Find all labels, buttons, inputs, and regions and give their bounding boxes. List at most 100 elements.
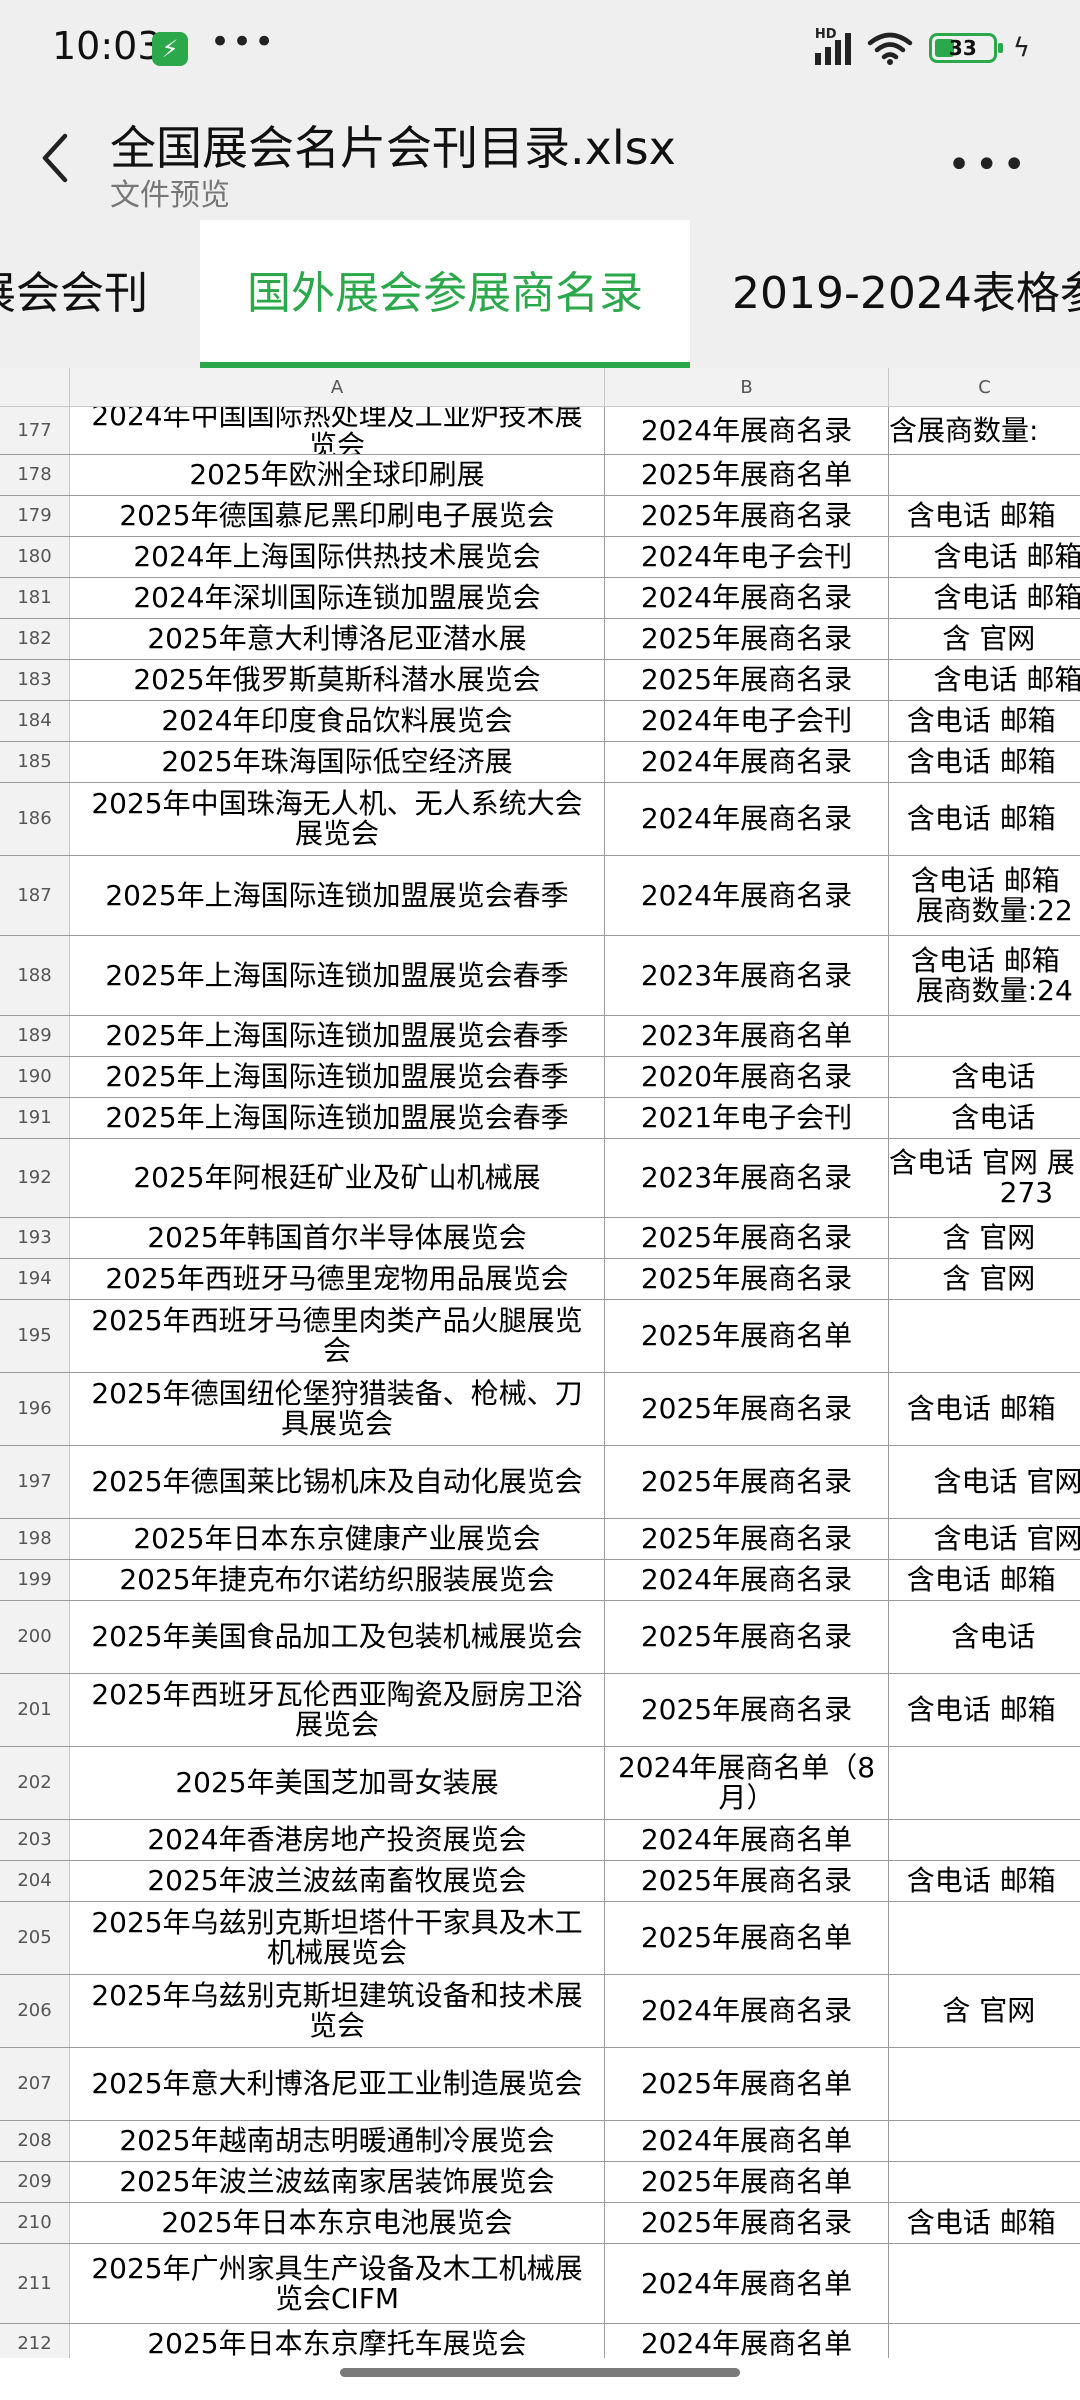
row-number[interactable]: 182: [0, 619, 70, 659]
row-number[interactable]: 183: [0, 660, 70, 700]
cell-contents[interactable]: 含 官网: [889, 619, 1080, 659]
cell-exhibition-name[interactable]: 2025年上海国际连锁加盟展览会春季: [70, 1098, 605, 1138]
cell-directory-type[interactable]: 2024年展商名单: [605, 2244, 889, 2323]
spreadsheet-grid[interactable]: A B C 177 2024年中国国际热处理及工业炉技术展览会 2024年展商名录含…: [0, 368, 1080, 2358]
tab-sheet-0[interactable]: 展会会刊: [0, 220, 148, 368]
corner-cell[interactable]: [0, 368, 70, 407]
row-number[interactable]: 180: [0, 537, 70, 577]
cell-contents[interactable]: [889, 2048, 1080, 2120]
cell-directory-type[interactable]: 2024年展商名录: [605, 856, 889, 935]
cell-directory-type[interactable]: 2024年展商名单: [605, 1820, 889, 1860]
cell-contents[interactable]: 含电话 官网 展 273: [889, 1139, 1080, 1217]
row-number[interactable]: 181: [0, 578, 70, 618]
row-number[interactable]: 204: [0, 1861, 70, 1901]
cell-contents[interactable]: 含电话 邮箱: [889, 742, 1080, 782]
cell-directory-type[interactable]: 2024年展商名录: [605, 742, 889, 782]
row-number[interactable]: 191: [0, 1098, 70, 1138]
row-number[interactable]: 186: [0, 783, 70, 855]
cell-contents[interactable]: 含 官网: [889, 1259, 1080, 1299]
column-header-c[interactable]: C: [889, 368, 1080, 407]
row-number[interactable]: 198: [0, 1519, 70, 1559]
cell-directory-type[interactable]: 2024年电子会刊: [605, 537, 889, 577]
cell-contents[interactable]: 含电话: [889, 1601, 1080, 1673]
back-button[interactable]: [30, 128, 80, 188]
cell-exhibition-name[interactable]: 2024年上海国际供热技术展览会: [70, 537, 605, 577]
row-number[interactable]: 206: [0, 1975, 70, 2047]
cell-exhibition-name[interactable]: 2024年香港房地产投资展览会: [70, 1820, 605, 1860]
cell-directory-type[interactable]: 2025年展商名单: [605, 2048, 889, 2120]
cell-directory-type[interactable]: 2024年展商名录: [605, 407, 889, 454]
cell-contents[interactable]: [889, 1820, 1080, 1860]
row-number[interactable]: 187: [0, 856, 70, 935]
cell-directory-type[interactable]: 2024年展商名录: [605, 1560, 889, 1600]
cell-contents[interactable]: 含 官网: [889, 1218, 1080, 1258]
cell-directory-type[interactable]: 2024年展商名单（8月）: [605, 1747, 889, 1819]
row-number[interactable]: 178: [0, 455, 70, 495]
column-header-a[interactable]: A: [70, 368, 605, 407]
cell-exhibition-name[interactable]: 2025年意大利博洛尼亚潜水展: [70, 619, 605, 659]
cell-contents[interactable]: 含电话 邮箱 展商数量:22: [889, 856, 1080, 935]
row-number[interactable]: 201: [0, 1674, 70, 1746]
cell-directory-type[interactable]: 2025年展商名录: [605, 619, 889, 659]
cell-contents[interactable]: [889, 2121, 1080, 2161]
row-number[interactable]: 194: [0, 1259, 70, 1299]
cell-exhibition-name[interactable]: 2025年西班牙马德里宠物用品展览会: [70, 1259, 605, 1299]
cell-directory-type[interactable]: 2024年展商名录: [605, 1975, 889, 2047]
row-number[interactable]: 207: [0, 2048, 70, 2120]
cell-exhibition-name[interactable]: 2025年乌兹别克斯坦建筑设备和技术展览会: [70, 1975, 605, 2047]
row-number[interactable]: 209: [0, 2162, 70, 2202]
cell-contents[interactable]: [889, 2244, 1080, 2323]
row-number[interactable]: 177: [0, 407, 70, 454]
tab-sheet-2[interactable]: 2019-2024表格参: [732, 220, 1080, 368]
cell-contents[interactable]: 含电话 邮箱: [889, 1373, 1080, 1445]
cell-directory-type[interactable]: 2020年展商名录: [605, 1057, 889, 1097]
cell-directory-type[interactable]: 2023年展商名单: [605, 1016, 889, 1056]
cell-contents[interactable]: 含电话 邮箱: [889, 496, 1080, 536]
cell-contents[interactable]: 含电话 邮箱: [889, 1674, 1080, 1746]
cell-contents[interactable]: 含电话 邮箱: [889, 660, 1080, 700]
cell-exhibition-name[interactable]: 2025年广州家具生产设备及木工机械展览会CIFM: [70, 2244, 605, 2323]
cell-exhibition-name[interactable]: 2025年德国慕尼黑印刷电子展览会: [70, 496, 605, 536]
cell-exhibition-name[interactable]: 2025年越南胡志明暖通制冷展览会: [70, 2121, 605, 2161]
cell-exhibition-name[interactable]: 2025年日本东京摩托车展览会: [70, 2324, 605, 2358]
row-number[interactable]: 208: [0, 2121, 70, 2161]
cell-exhibition-name[interactable]: 2025年上海国际连锁加盟展览会春季: [70, 856, 605, 935]
cell-contents[interactable]: 含电话 邮箱: [889, 537, 1080, 577]
cell-exhibition-name[interactable]: 2025年西班牙瓦伦西亚陶瓷及厨房卫浴展览会: [70, 1674, 605, 1746]
row-number[interactable]: 205: [0, 1902, 70, 1974]
cell-contents[interactable]: 含电话 邮箱: [889, 2203, 1080, 2243]
cell-directory-type[interactable]: 2024年展商名单: [605, 2121, 889, 2161]
cell-directory-type[interactable]: 2024年电子会刊: [605, 701, 889, 741]
row-number[interactable]: 188: [0, 936, 70, 1015]
cell-directory-type[interactable]: 2025年展商名单: [605, 1902, 889, 1974]
cell-exhibition-name[interactable]: 2024年深圳国际连锁加盟展览会: [70, 578, 605, 618]
cell-contents[interactable]: [889, 455, 1080, 495]
cell-directory-type[interactable]: 2025年展商名录: [605, 1674, 889, 1746]
cell-exhibition-name[interactable]: 2025年美国芝加哥女装展: [70, 1747, 605, 1819]
home-indicator[interactable]: [340, 2368, 740, 2377]
cell-contents[interactable]: 含展商数量:: [889, 407, 1080, 454]
cell-directory-type[interactable]: 2025年展商名单: [605, 1300, 889, 1372]
row-number[interactable]: 200: [0, 1601, 70, 1673]
row-number[interactable]: 212: [0, 2324, 70, 2358]
cell-contents[interactable]: 含电话: [889, 1057, 1080, 1097]
row-number[interactable]: 197: [0, 1446, 70, 1518]
cell-contents[interactable]: [889, 1902, 1080, 1974]
cell-contents[interactable]: 含电话 邮箱: [889, 701, 1080, 741]
cell-contents[interactable]: 含电话 邮箱: [889, 1861, 1080, 1901]
cell-directory-type[interactable]: 2025年展商名录: [605, 496, 889, 536]
row-number[interactable]: 192: [0, 1139, 70, 1217]
cell-directory-type[interactable]: 2025年展商名录: [605, 1519, 889, 1559]
cell-directory-type[interactable]: 2023年展商名录: [605, 1139, 889, 1217]
cell-directory-type[interactable]: 2025年展商名录: [605, 1446, 889, 1518]
cell-exhibition-name[interactable]: 2025年日本东京健康产业展览会: [70, 1519, 605, 1559]
row-number[interactable]: 210: [0, 2203, 70, 2243]
row-number[interactable]: 196: [0, 1373, 70, 1445]
cell-exhibition-name[interactable]: 2025年上海国际连锁加盟展览会春季: [70, 936, 605, 1015]
row-number[interactable]: 202: [0, 1747, 70, 1819]
cell-exhibition-name[interactable]: 2025年乌兹别克斯坦塔什干家具及木工机械展览会: [70, 1902, 605, 1974]
cell-contents[interactable]: 含电话 官网: [889, 1519, 1080, 1559]
cell-contents[interactable]: [889, 2324, 1080, 2358]
cell-contents[interactable]: [889, 2162, 1080, 2202]
tab-sheet-1-active[interactable]: 国外展会参展商名录: [200, 220, 690, 368]
